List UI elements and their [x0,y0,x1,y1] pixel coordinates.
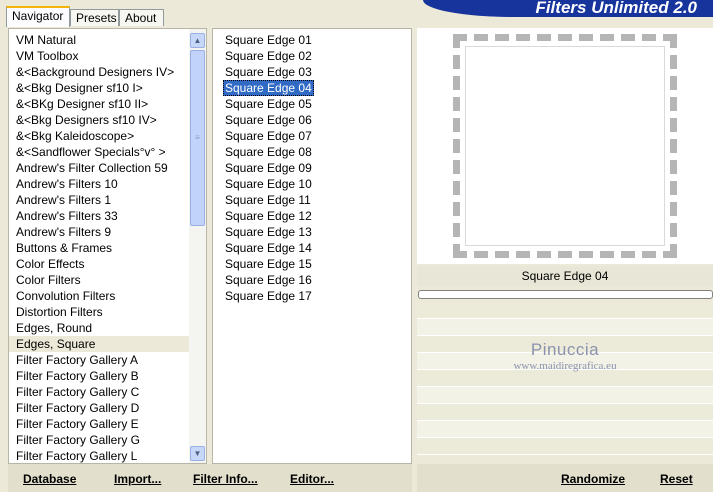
category-item[interactable]: Distortion Filters [9,304,189,320]
category-item[interactable]: VM Toolbox [9,48,189,64]
category-item[interactable]: Andrew's Filters 9 [9,224,189,240]
parameter-row [417,387,713,404]
category-item[interactable]: Filter Factory Gallery G [9,432,189,448]
watermark-name: Pinuccia [530,340,600,359]
reset-button[interactable]: Reset [660,472,693,486]
filter-item[interactable]: Square Edge 14 [223,240,314,256]
tab-about[interactable]: About [119,9,164,26]
tab-navigator[interactable]: Navigator [6,6,70,27]
arrow-up-icon[interactable]: ▲ [190,33,205,48]
filter-item[interactable]: Square Edge 17 [223,288,314,304]
filter-item[interactable]: Square Edge 01 [223,32,314,48]
filter-item[interactable]: Square Edge 08 [223,144,314,160]
bottom-toolbar: Database Import... Filter Info... Editor… [8,464,713,492]
category-item[interactable]: &<Background Designers IV> [9,64,189,80]
import-button[interactable]: Import... [114,472,161,486]
category-item[interactable]: Edges, Round [9,320,189,336]
parameter-row [417,302,713,319]
brand-title: Filters Unlimited 2.0 [423,0,713,17]
toolbar-separator [412,464,417,492]
progress-bar [418,290,713,299]
filter-item[interactable]: Square Edge 09 [223,160,314,176]
preview-inner-border [465,46,665,246]
category-list: VM Natural VM Toolbox &<Background Designe… [9,32,189,463]
parameter-row [417,319,713,336]
filter-list-panel: Square Edge 01 Square Edge 02 Square Edge … [212,28,412,464]
filter-item[interactable]: Square Edge 11 [223,192,314,208]
category-scrollbar[interactable]: ▲ ≡ ▼ [189,29,206,463]
category-item[interactable]: Buttons & Frames [9,240,189,256]
scrollbar-thumb[interactable]: ≡ [190,50,205,226]
category-item[interactable]: &<Bkg Kaleidoscope> [9,128,189,144]
editor-button[interactable]: Editor... [290,472,334,486]
parameter-row [417,438,713,455]
arrow-down-icon[interactable]: ▼ [190,446,205,461]
filter-item[interactable]: Square Edge 04 [223,80,314,96]
category-item[interactable]: &<Bkg Designer sf10 I> [9,80,189,96]
parameter-row [417,370,713,387]
tab-presets[interactable]: Presets [70,9,119,26]
filter-list: Square Edge 01 Square Edge 02 Square Edge … [223,32,314,304]
category-item[interactable]: Filter Factory Gallery C [9,384,189,400]
preview-image [453,34,677,258]
category-item[interactable]: &<Sandflower Specials°v° > [9,144,189,160]
filter-item[interactable]: Square Edge 03 [223,64,314,80]
parameter-row [417,421,713,438]
category-item[interactable]: Filter Factory Gallery E [9,416,189,432]
preview-filter-name: Square Edge 04 [417,266,713,286]
parameter-area [417,302,713,455]
filter-info-button[interactable]: Filter Info... [193,472,258,486]
filter-item[interactable]: Square Edge 13 [223,224,314,240]
filter-item[interactable]: Square Edge 12 [223,208,314,224]
category-item[interactable]: Filter Factory Gallery A [9,352,189,368]
parameter-row [417,404,713,421]
category-item[interactable]: Andrew's Filter Collection 59 [9,160,189,176]
category-item[interactable]: Andrew's Filters 10 [9,176,189,192]
category-item[interactable]: Andrew's Filters 1 [9,192,189,208]
category-item[interactable]: Filter Factory Gallery D [9,400,189,416]
category-item[interactable]: Filter Factory Gallery B [9,368,189,384]
grip-icon: ≡ [195,133,200,142]
filter-item[interactable]: Square Edge 05 [223,96,314,112]
watermark: Pinuccia www.maidiregrafica.eu [417,340,713,372]
randomize-button[interactable]: Randomize [561,472,625,486]
category-list-panel: VM Natural VM Toolbox &<Background Designe… [8,28,207,464]
filter-item[interactable]: Square Edge 02 [223,48,314,64]
filter-item[interactable]: Square Edge 06 [223,112,314,128]
category-item[interactable]: Filter Factory Gallery L [9,448,189,463]
category-item[interactable]: VM Natural [9,32,189,48]
category-item[interactable]: Color Effects [9,256,189,272]
category-item[interactable]: Andrew's Filters 33 [9,208,189,224]
category-item[interactable]: Color Filters [9,272,189,288]
filter-item[interactable]: Square Edge 15 [223,256,314,272]
preview-area [417,28,713,264]
filter-item[interactable]: Square Edge 10 [223,176,314,192]
category-item[interactable]: Convolution Filters [9,288,189,304]
filter-item[interactable]: Square Edge 07 [223,128,314,144]
category-item[interactable]: &<Bkg Designers sf10 IV> [9,112,189,128]
category-item[interactable]: &<BKg Designer sf10 II> [9,96,189,112]
filter-item[interactable]: Square Edge 16 [223,272,314,288]
database-button[interactable]: Database [23,472,76,486]
category-item[interactable]: Edges, Square [9,336,189,352]
watermark-url: www.maidiregrafica.eu [513,360,617,372]
